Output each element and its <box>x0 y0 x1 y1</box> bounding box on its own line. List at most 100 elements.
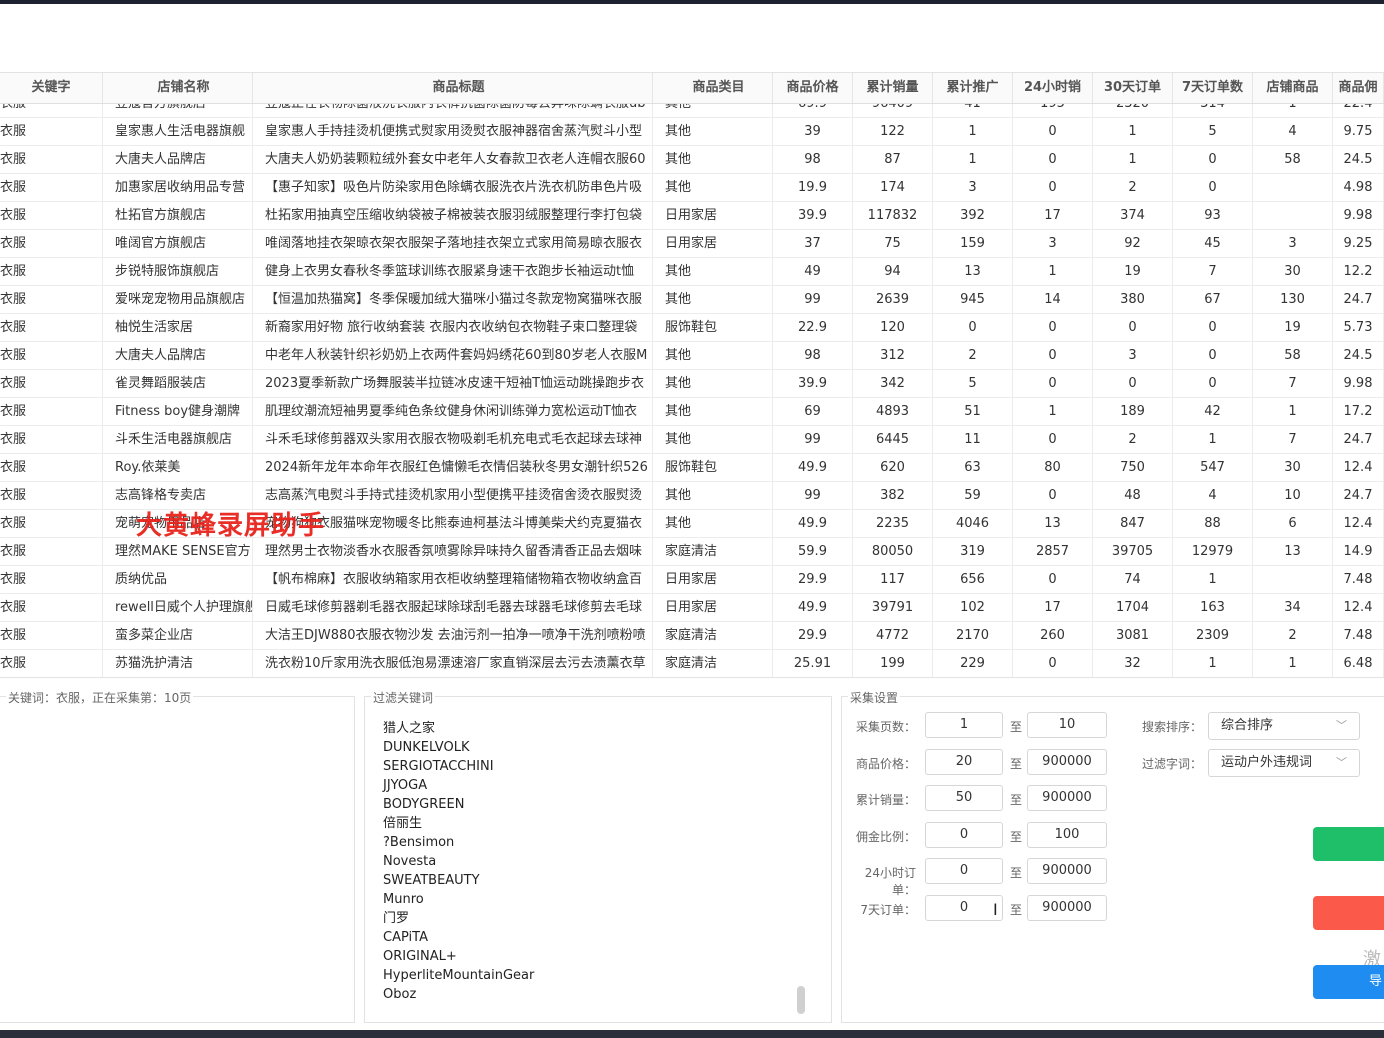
table-cell: 17 <box>1013 594 1093 621</box>
table-cell: 10 <box>1253 482 1333 509</box>
filter-word-select[interactable]: 运动户外违规词 ﹀ <box>1208 749 1360 777</box>
start-button[interactable] <box>1313 827 1384 861</box>
filter-word-label: 过滤字词： <box>1141 757 1202 771</box>
table-cell: 11 <box>933 426 1013 453</box>
table-cell: 唯阔落地挂衣架晾衣架衣服架子落地挂衣架立式家用简易晾衣服衣 <box>253 230 653 257</box>
table-cell: 4 <box>1253 118 1333 145</box>
column-header[interactable]: 关键字 <box>0 73 103 103</box>
table-cell: 58 <box>1253 342 1333 369</box>
orders-24h-min-input[interactable]: 0 <box>925 858 1003 885</box>
table-row[interactable]: 衣服 大唐夫人品牌店 中老年人秋装针织衫奶奶上衣两件套妈妈绣花60到80岁老人衣服M… <box>0 342 1384 370</box>
table-row[interactable]: 衣服 rewell日威个人护理旗舰 日威毛球修剪器剃毛器衣服起球除球刮毛器去球器毛球… <box>0 594 1384 622</box>
table-cell: 大洁王DJW880衣服衣物沙发 去油污剂一拍净一喷净干洗剂喷粉喷 <box>253 622 653 649</box>
table-cell: 19 <box>1253 314 1333 341</box>
price-max-input[interactable]: 900000 <box>1027 748 1107 775</box>
table-cell: 1704 <box>1093 594 1173 621</box>
table-cell: 0 <box>1013 650 1093 677</box>
table-cell: 日用家居 <box>653 202 773 229</box>
table-cell: 衣服 <box>0 118 103 145</box>
table-cell: 服饰鞋包 <box>653 314 773 341</box>
table-cell: 0 <box>1013 566 1093 593</box>
table-row[interactable]: 衣服 加惠家居收纳用品专营 【惠子知家】吸色片防染家用色除螨衣服洗衣片洗衣机防串色片… <box>0 174 1384 202</box>
table-cell: 12.4 <box>1333 454 1384 481</box>
table-cell: 24.5 <box>1333 342 1384 369</box>
stop-button[interactable] <box>1313 896 1384 930</box>
column-header[interactable]: 店铺名称 <box>103 73 253 103</box>
table-cell: 87 <box>853 146 933 173</box>
table-row[interactable]: 衣服 质纳优品 【帆布棉麻】衣服收纳箱家用衣柜收纳整理箱储物箱衣物收纳盒百 日用家居 2… <box>0 566 1384 594</box>
table-cell: 24.7 <box>1333 286 1384 313</box>
table-row[interactable]: 衣服 柚悦生活家居 新裔家用好物 旅行收纳套装 衣服内衣收纳包衣物鞋子束口整理袋 服饰… <box>0 314 1384 342</box>
export-button[interactable]: 导 <box>1313 965 1384 999</box>
table-cell: 0 <box>1173 370 1253 397</box>
table-row[interactable]: 衣服 斗禾生活电器旗舰店 斗禾毛球修剪器双头家用衣服衣物吸剃毛机充电式毛衣起球去球神… <box>0 426 1384 454</box>
table-cell: 7.48 <box>1333 622 1384 649</box>
table-cell: 7 <box>1173 258 1253 285</box>
table-cell: 39 <box>773 118 853 145</box>
table-cell: 大唐夫人品牌店 <box>103 342 253 369</box>
pages-min-input[interactable]: 1 <box>925 712 1003 738</box>
table-cell: 其他 <box>653 286 773 313</box>
column-header[interactable]: 商品价格 <box>773 73 853 103</box>
table-cell: 2235 <box>853 510 933 537</box>
filter-word-select-value: 运动户外违规词 <box>1221 755 1313 770</box>
table-cell: 6445 <box>853 426 933 453</box>
filter-keyword-item: BODYGREEN <box>383 797 465 812</box>
table-row[interactable]: 衣服 步锐特服饰旗舰店 健身上衣男女春秋冬季篮球训练衣服紧身速干衣跑步长袖运动t恤其… <box>0 258 1384 286</box>
sales-max-input[interactable]: 900000 <box>1027 785 1107 812</box>
table-cell: 0 <box>1013 370 1093 397</box>
commission-max-input[interactable]: 100 <box>1027 821 1107 848</box>
table-cell: 2 <box>1253 622 1333 649</box>
screen-recorder-watermark: 大黄蜂录屏助手 <box>136 511 326 541</box>
table-cell: 衣服 <box>0 426 103 453</box>
orders-24h-max-input[interactable]: 900000 <box>1027 858 1107 885</box>
table-cell: 3 <box>1013 230 1093 257</box>
table-row[interactable]: 衣服 Roy.依莱美 2024新年龙年本命年衣服红色慵懒毛衣情侣装秋冬男女潮针织52… <box>0 454 1384 482</box>
table-row[interactable]: 衣服 大唐夫人品牌店 大唐夫人奶奶装颗粒绒外套女中老年人女春款卫衣老人连帽衣服60 其… <box>0 146 1384 174</box>
table-cell: 苏猫洗护清洁 <box>103 650 253 677</box>
table-cell: 6 <box>1253 510 1333 537</box>
table-cell: 59.9 <box>773 538 853 565</box>
column-header[interactable]: 店铺商品 <box>1253 73 1333 103</box>
table-row[interactable]: 衣服 苏猫洗护清洁 洗衣粉10斤家用洗衣服低泡易漂速溶厂家直销深层去污去渍薰衣草 家庭… <box>0 650 1384 677</box>
table-row[interactable]: 衣服 唯阔官方旗舰店 唯阔落地挂衣架晾衣架衣服架子落地挂衣架立式家用简易晾衣服衣 日用… <box>0 230 1384 258</box>
sort-label: 搜索排序： <box>1141 720 1202 734</box>
pages-max-input[interactable]: 10 <box>1027 712 1107 738</box>
commission-min-input[interactable]: 0 <box>925 821 1003 848</box>
filter-keywords-panel[interactable]: 过滤关键词 猎人之家 DUNKELVOLK SERGIOTACCHINI JJYOGA… <box>364 689 832 1023</box>
column-header[interactable]: 7天订单数 <box>1173 73 1253 103</box>
orders-7d-min-input[interactable]: 0 <box>925 895 1003 921</box>
table-row[interactable]: 衣服 雀灵舞蹈服装店 2023夏季新款广场舞服装半拉链冰皮速干短袖T恤运动跳操跑步衣… <box>0 370 1384 398</box>
column-header[interactable]: 30天订单 <box>1093 73 1173 103</box>
column-header[interactable]: 累计推广 <box>933 73 1013 103</box>
column-header[interactable]: 24小时销 <box>1013 73 1093 103</box>
table-row[interactable]: 衣服 杜拓官方旗舰店 杜拓家用抽真空压缩收纳袋被子棉被装衣服羽绒服整理行李打包袋 日用… <box>0 202 1384 230</box>
table-cell: 99 <box>773 286 853 313</box>
column-header[interactable]: 商品佣 <box>1333 73 1384 103</box>
table-row[interactable]: 衣服 皇家惠人生活电器旗舰 皇家惠人手持挂烫机便携式熨家用烫熨衣服神器宿舍蒸汽熨斗小… <box>0 118 1384 146</box>
table-cell: 衣服 <box>0 174 103 201</box>
table-cell: Fitness boy健身潮牌 <box>103 398 253 425</box>
table-cell: 319 <box>933 538 1013 565</box>
table-cell: 【恒温加热猫窝】冬季保暖加绒大猫咪小猫过冬款宠物窝猫咪衣服 <box>253 286 653 313</box>
table-cell: 29.9 <box>773 622 853 649</box>
table-row[interactable]: 衣服 理然MAKE SENSE官方 理然男士衣物淡香水衣服香氛喷雾除异味持久留香清香… <box>0 538 1384 566</box>
sales-min-input[interactable]: 50 <box>925 785 1003 812</box>
range-to-label: 至 <box>1010 793 1023 808</box>
price-min-input[interactable]: 20 <box>925 748 1003 775</box>
table-cell: 19.9 <box>773 174 853 201</box>
sort-select[interactable]: 综合排序 ﹀ <box>1208 712 1360 740</box>
table-row[interactable]: 衣服 蛮多菜企业店 大洁王DJW880衣服衣物沙发 去油污剂一拍净一喷净干洗剂喷粉喷… <box>0 622 1384 650</box>
table-cell: 杜拓官方旗舰店 <box>103 202 253 229</box>
table-cell: 102 <box>933 594 1013 621</box>
filter-keyword-item: SERGIOTACCHINI <box>383 759 494 774</box>
filter-scrollbar[interactable] <box>797 986 805 1014</box>
table-row[interactable]: 衣服 爱咪宠宠物用品旗舰店 【恒温加热猫窝】冬季保暖加绒大猫咪小猫过冬款宠物窝猫咪衣… <box>0 286 1384 314</box>
table-row[interactable]: 衣服 Fitness boy健身潮牌 肌理纹潮流短袖男夏季纯色条纹健身休闲训练弹力宽… <box>0 398 1384 426</box>
column-header[interactable]: 商品标题 <box>253 73 653 103</box>
column-header[interactable]: 商品类目 <box>653 73 773 103</box>
filter-keywords-list[interactable]: 猎人之家 DUNKELVOLK SERGIOTACCHINI JJYOGA BODYGR… <box>383 719 534 1004</box>
table-cell: 117 <box>853 566 933 593</box>
column-header[interactable]: 累计销量 <box>853 73 933 103</box>
orders-7d-max-input[interactable]: 900000 <box>1027 895 1107 921</box>
